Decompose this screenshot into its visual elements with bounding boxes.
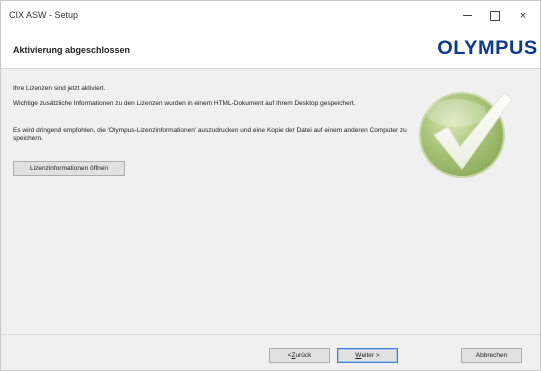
activation-message: Ihre Lizenzen sind jetzt aktiviert. <box>13 85 106 92</box>
next-label: eiter > <box>361 352 380 359</box>
setup-window: CIX ASW - Setup × Aktivierung abgeschlos… <box>0 0 541 371</box>
page-title: Aktivierung abgeschlossen <box>13 45 131 55</box>
info-saved-message: Wichtige zusätzliche Informationen zu de… <box>13 100 356 107</box>
olympus-logo: OLYMPUS <box>437 38 538 59</box>
cancel-button[interactable]: Abbrechen <box>461 348 522 363</box>
close-button[interactable]: × <box>508 1 538 30</box>
minimize-button[interactable] <box>452 1 482 30</box>
print-recommendation: Es wird dringend empfohlen, die 'Olympus… <box>13 127 407 142</box>
next-button[interactable]: Weiter > <box>337 348 398 363</box>
close-icon: × <box>519 9 527 22</box>
wizard-header: Aktivierung abgeschlossen OLYMPUS <box>1 30 540 69</box>
window-title: CIX ASW - Setup <box>9 10 79 20</box>
wizard-content: Ihre Lizenzen sind jetzt aktiviert. Wich… <box>1 69 540 334</box>
maximize-icon <box>490 10 500 21</box>
minimize-icon <box>462 15 472 16</box>
back-button[interactable]: < Zurück <box>269 348 330 363</box>
back-label: urück <box>295 352 312 359</box>
checkmark-icon <box>412 77 522 187</box>
title-bar: CIX ASW - Setup × <box>1 1 540 30</box>
wizard-footer: < Zurück Weiter > Abbrechen <box>1 334 540 370</box>
open-license-info-button[interactable]: Lizenzinformationen öffnen <box>13 161 125 176</box>
maximize-button[interactable] <box>480 1 510 30</box>
